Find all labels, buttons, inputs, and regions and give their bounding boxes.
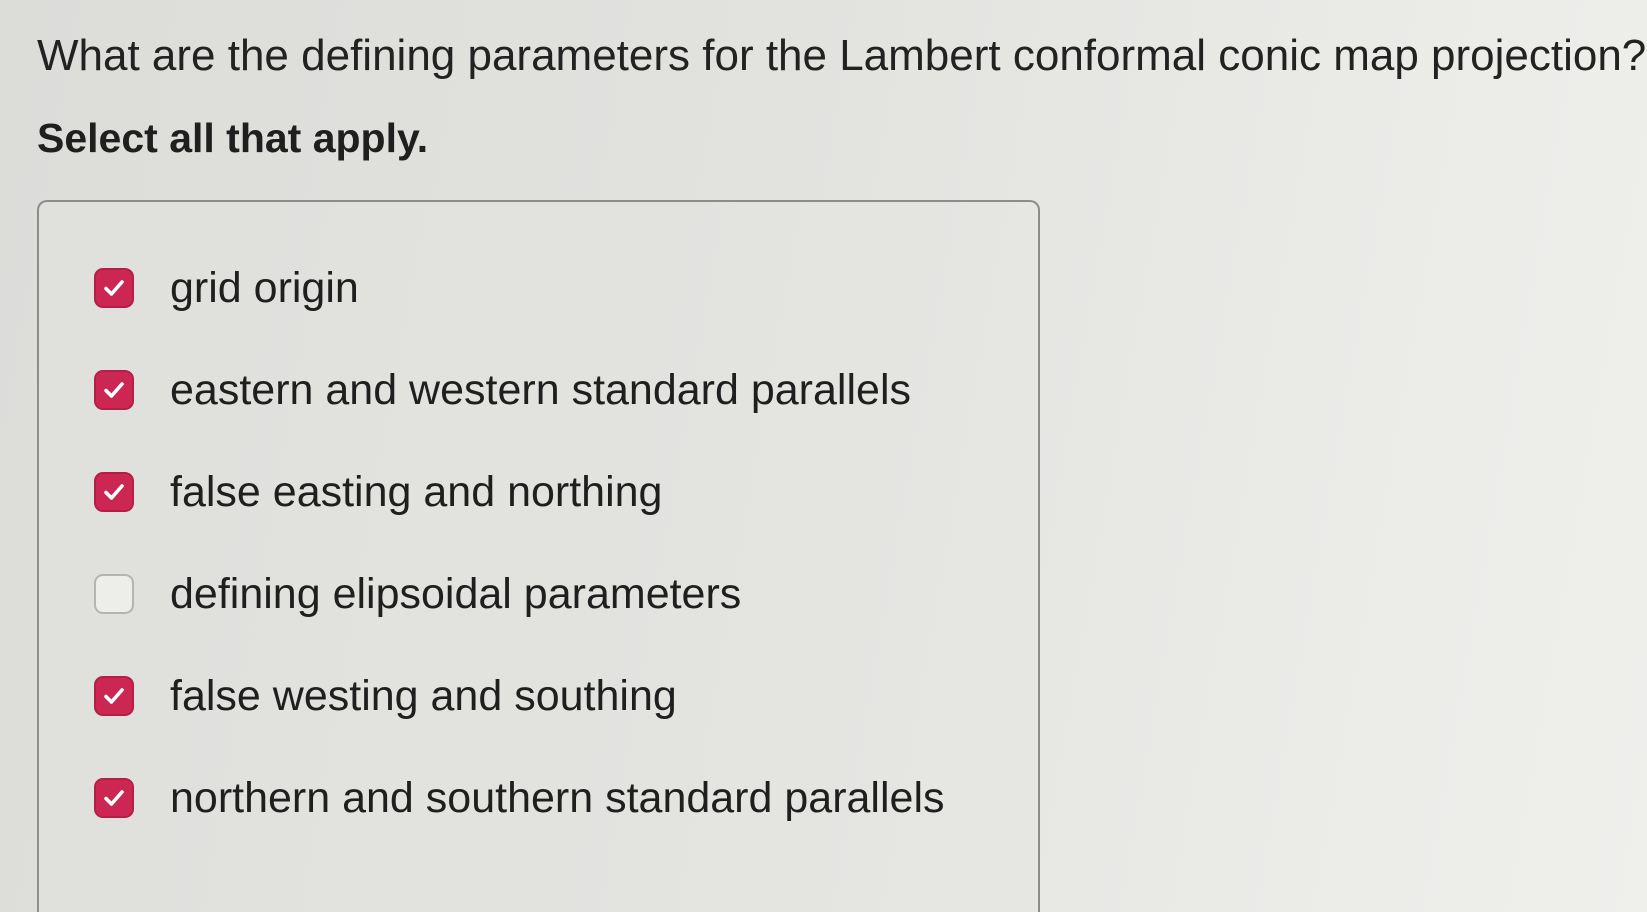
checkbox[interactable] [94,778,134,818]
checkbox[interactable] [94,370,134,410]
checkmark-icon [104,382,124,398]
checkmark-icon [104,484,124,500]
option-eastern-western-parallels[interactable]: eastern and western standard parallels [94,359,911,421]
option-northern-southern-parallels[interactable]: northern and southern standard parallels [94,767,945,829]
checkbox[interactable] [94,268,134,308]
option-label: eastern and western standard parallels [170,366,911,414]
checkmark-icon [104,280,124,296]
option-false-easting-northing[interactable]: false easting and northing [94,461,662,523]
option-label: defining elipsoidal parameters [170,570,742,618]
question-text: What are the defining parameters for the… [37,31,1647,80]
checkmark-icon [104,688,124,704]
option-false-westing-southing[interactable]: false westing and southing [94,665,677,727]
option-label: false easting and northing [170,468,663,516]
checkbox[interactable] [94,676,134,716]
option-grid-origin[interactable]: grid origin [94,257,359,319]
option-label: northern and southern standard parallels [170,774,945,822]
option-label: false westing and southing [170,672,677,720]
option-label: grid origin [170,264,359,312]
option-elipsoidal-parameters[interactable]: defining elipsoidal parameters [94,563,741,625]
options-box: grid origin eastern and western standard… [37,200,1040,912]
instruction-text: Select all that apply. [37,115,429,161]
checkmark-icon [104,790,124,806]
checkbox[interactable] [94,574,134,614]
checkbox[interactable] [94,472,134,512]
